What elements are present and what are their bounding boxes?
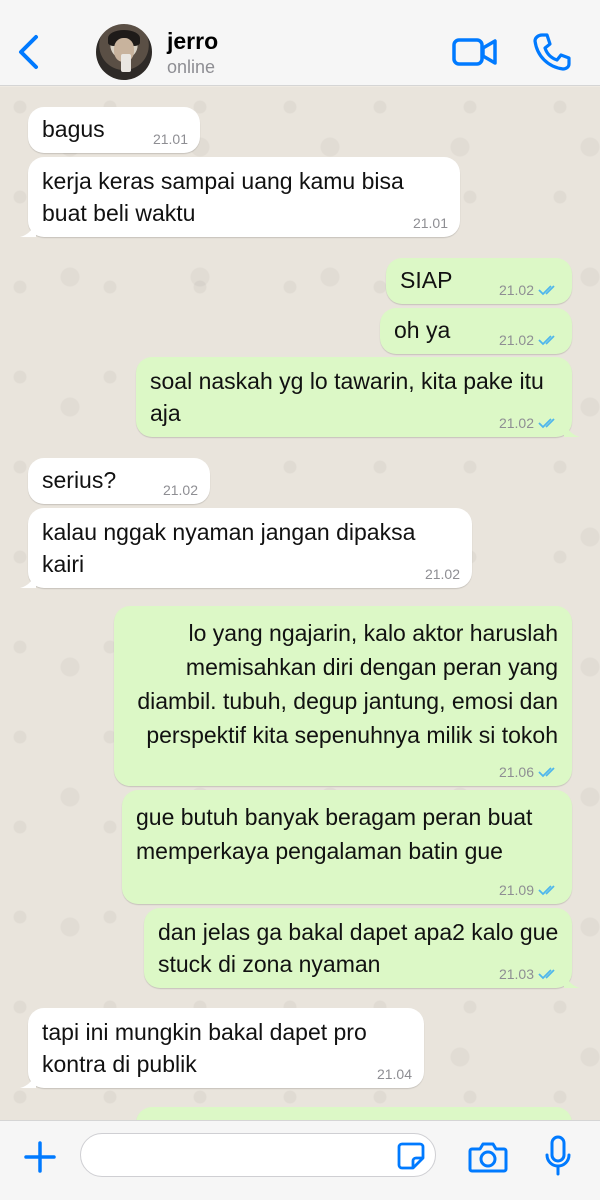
attach-button[interactable] [22,1139,58,1175]
read-receipt-icon [538,767,555,778]
read-receipt-icon [538,969,555,980]
camera-button[interactable] [468,1139,508,1175]
read-receipt-icon [538,285,555,296]
message-bubble-incoming[interactable]: kalau nggak nyaman jangan dipaksa kairi … [20,508,472,588]
message-text: tapi ini mungkin bakal dapet pro kontra … [42,1019,367,1077]
message-time: 21.09 [498,882,534,898]
message-input[interactable] [80,1133,436,1177]
message-bubble-outgoing[interactable]: soal naskah yg lo tawarin, kita pake itu… [136,357,580,437]
plus-icon [24,1141,56,1173]
message-time: 21.02 [498,282,534,298]
message-bubble-outgoing[interactable]: dan jelas ga bakal dapet apa2 kalo gue s… [144,908,580,988]
bubble-tail [564,419,580,437]
message-time: 21.06 [498,764,534,780]
message-time: 21.02 [498,332,534,348]
bubble-tail [564,970,580,988]
sticker-button[interactable] [396,1141,426,1171]
read-receipt-icon [538,885,555,896]
bubble-tail [20,219,36,237]
video-camera-icon [452,38,497,66]
bubble-tail [20,570,36,588]
contact-status: online [167,57,216,77]
message-time: 21.01 [412,215,448,231]
message-time: 21.02 [424,566,460,582]
message-bubble-incoming[interactable]: bagus 21.01 [28,107,200,153]
message-composer [0,1120,600,1200]
message-bubble-outgoing-partial[interactable] [136,1107,572,1120]
message-time: 21.04 [376,1066,412,1082]
chat-header: jerro online [0,0,600,86]
chevron-left-icon [19,35,38,69]
message-text: gue butuh banyak beragam peran buat memp… [136,804,533,864]
chat-area[interactable]: bagus 21.01 kerja keras sampai uang kamu… [0,87,600,1120]
camera-icon [468,1142,508,1173]
message-time: 21.03 [498,966,534,982]
contact-name[interactable]: jerro [167,28,218,55]
microphone-icon [545,1135,571,1176]
message-bubble-outgoing[interactable]: SIAP 21.02 [386,258,572,304]
message-text: soal naskah yg lo tawarin, kita pake itu… [150,368,544,426]
avatar[interactable] [96,24,152,80]
bubble-tail [20,1070,36,1088]
message-text: kalau nggak nyaman jangan dipaksa kairi [42,519,416,577]
message-bubble-outgoing[interactable]: lo yang ngajarin, kalo aktor haruslah me… [114,606,572,786]
message-bubble-outgoing[interactable]: gue butuh banyak beragam peran buat memp… [122,790,572,904]
message-text: kerja keras sampai uang kamu bisa buat b… [42,168,404,226]
message-bubble-incoming[interactable]: kerja keras sampai uang kamu bisa buat b… [20,157,460,237]
message-time: 21.02 [498,415,534,431]
message-text: lo yang ngajarin, kalo aktor haruslah me… [137,620,558,748]
phone-icon [533,33,571,71]
read-receipt-icon [538,418,555,429]
message-time: 21.01 [152,131,188,147]
voice-call-button[interactable] [530,30,574,74]
back-button[interactable] [8,26,48,78]
microphone-button[interactable] [544,1135,572,1177]
video-call-button[interactable] [452,32,498,72]
message-bubble-outgoing[interactable]: oh ya 21.02 [380,308,572,354]
sticker-icon [397,1142,425,1170]
read-receipt-icon [538,335,555,346]
message-bubble-incoming[interactable]: tapi ini mungkin bakal dapet pro kontra … [20,1008,424,1088]
message-bubble-incoming[interactable]: serius? 21.02 [28,458,210,504]
message-time: 21.02 [162,482,198,498]
